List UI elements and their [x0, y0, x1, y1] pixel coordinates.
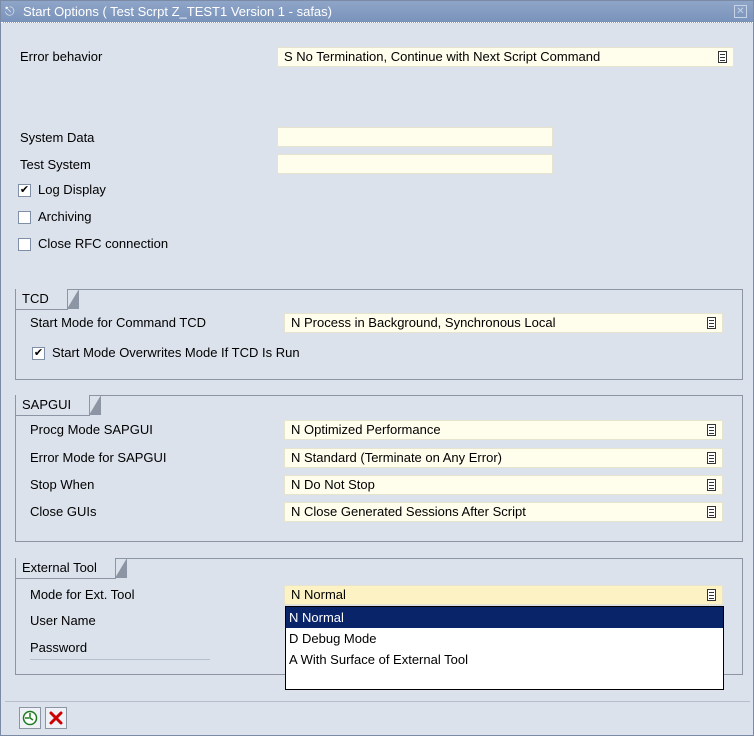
tcd-overwrite-label: Start Mode Overwrites Mode If TCD Is Run [52, 345, 300, 360]
stop-when-value: N Do Not Stop [291, 477, 375, 492]
procg-mode-label: Procg Mode SAPGUI [30, 422, 153, 437]
close-guis-value: N Close Generated Sessions After Script [291, 504, 526, 519]
close-icon[interactable]: ✕ [734, 5, 747, 18]
dialog-content: Error behavior S No Termination, Continu… [5, 26, 750, 690]
error-behavior-label: Error behavior [20, 49, 103, 64]
tcd-group: TCD Start Mode for Command TCD N Process… [15, 289, 743, 380]
test-system-field[interactable] [277, 154, 553, 174]
test-system-label: Test System [20, 157, 91, 172]
value-help-icon[interactable] [707, 317, 716, 329]
start-options-dialog: ⎋ Start Options ( Test Scrpt Z_TEST1 Ver… [0, 0, 754, 736]
bottom-toolbar [5, 701, 750, 734]
password-label: Password [30, 637, 210, 660]
user-name-label: User Name [30, 613, 96, 628]
cancel-button[interactable] [45, 707, 67, 729]
close-rfc-checkbox[interactable] [18, 238, 31, 251]
error-mode-field[interactable]: N Standard (Terminate on Any Error) [284, 448, 723, 468]
value-help-icon[interactable] [707, 589, 716, 601]
window-title: Start Options ( Test Scrpt Z_TEST1 Versi… [23, 4, 332, 19]
stop-when-field[interactable]: N Do Not Stop [284, 475, 723, 495]
dropdown-option-normal[interactable]: N Normal [286, 607, 723, 628]
archiving-checkbox[interactable] [18, 211, 31, 224]
system-data-field[interactable] [277, 127, 553, 147]
ext-tool-mode-label: Mode for Ext. Tool [30, 587, 135, 602]
dropdown-option-debug[interactable]: D Debug Mode [286, 628, 723, 649]
sapgui-group-tab: SAPGUI [16, 395, 102, 416]
stop-when-label: Stop When [30, 477, 95, 492]
ext-tool-mode-value: N Normal [291, 587, 346, 602]
sapgui-group-title: SAPGUI [22, 397, 72, 412]
dropdown-option-surface[interactable]: A With Surface of External Tool [286, 649, 723, 670]
log-display-checkbox[interactable]: ✔ [18, 184, 31, 197]
external-tool-group-title: External Tool [22, 560, 97, 575]
ext-tool-mode-field[interactable]: N Normal [284, 585, 723, 605]
sapgui-group: SAPGUI Procg Mode SAPGUI N Optimized Per… [15, 395, 743, 542]
value-help-icon[interactable] [707, 479, 716, 491]
log-display-label: Log Display [38, 182, 106, 197]
tcd-start-mode-field[interactable]: N Process in Background, Synchronous Loc… [284, 313, 723, 333]
window-icon: ⎋ [5, 4, 15, 18]
tcd-group-tab: TCD [16, 289, 79, 310]
ext-tool-mode-dropdown[interactable]: N Normal D Debug Mode A With Surface of … [285, 606, 724, 690]
tcd-start-mode-value: N Process in Background, Synchronous Loc… [291, 315, 556, 330]
tcd-group-title: TCD [22, 291, 49, 306]
close-rfc-label: Close RFC connection [38, 236, 169, 251]
value-help-icon[interactable] [707, 424, 716, 436]
system-data-label: System Data [20, 130, 95, 145]
tcd-overwrite-checkbox[interactable]: ✔ [32, 347, 45, 360]
tcd-start-mode-label: Start Mode for Command TCD [30, 315, 207, 330]
title-bar: ⎋ Start Options ( Test Scrpt Z_TEST1 Ver… [1, 1, 753, 23]
value-help-icon[interactable] [707, 506, 716, 518]
cancel-icon [49, 711, 63, 725]
procg-mode-field[interactable]: N Optimized Performance [284, 420, 723, 440]
error-mode-value: N Standard (Terminate on Any Error) [291, 450, 502, 465]
execute-button[interactable] [19, 707, 41, 729]
value-help-icon[interactable] [707, 452, 716, 464]
procg-mode-value: N Optimized Performance [291, 422, 441, 437]
error-behavior-value: S No Termination, Continue with Next Scr… [284, 49, 601, 64]
error-mode-label: Error Mode for SAPGUI [30, 450, 167, 465]
external-tool-group-tab: External Tool [16, 558, 127, 579]
value-help-icon[interactable] [718, 51, 727, 63]
close-guis-field[interactable]: N Close Generated Sessions After Script [284, 502, 723, 522]
error-behavior-field[interactable]: S No Termination, Continue with Next Scr… [277, 47, 734, 67]
execute-icon [22, 710, 38, 726]
archiving-label: Archiving [38, 209, 92, 224]
close-guis-label: Close GUIs [30, 504, 97, 519]
